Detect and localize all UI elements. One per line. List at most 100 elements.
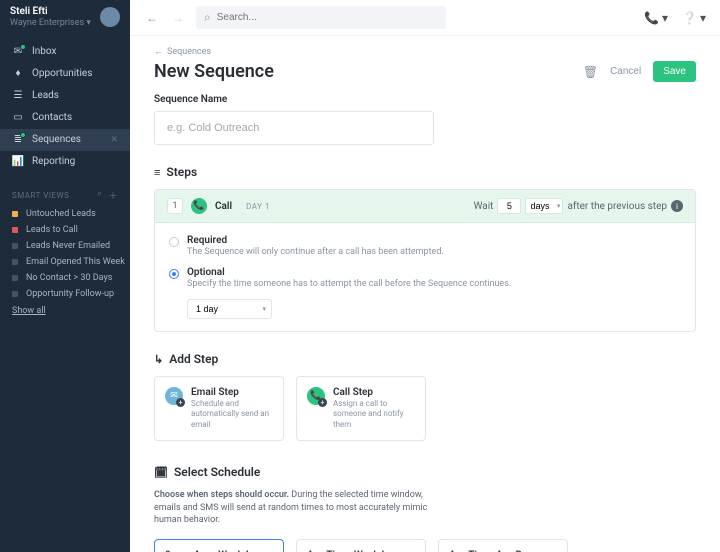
- smart-item[interactable]: Leads to Call: [0, 222, 130, 238]
- reporting-icon: 📊: [12, 156, 24, 168]
- user-org: Wayne Enterprises ▾: [10, 18, 91, 29]
- schedule-option-2[interactable]: Any Time, Weekdays Send at any time MOND…: [296, 539, 426, 552]
- steps-container: 1 📞 Call DAY 1 Wait days after the previ…: [154, 189, 696, 332]
- tag-icon: [12, 227, 18, 233]
- smart-views-header: SMART VIEWS ⌕ ＋: [0, 179, 130, 206]
- info-icon[interactable]: i: [671, 200, 683, 212]
- required-desc: The Sequence will only continue after a …: [187, 247, 444, 257]
- notif-badge: [20, 44, 26, 50]
- leads-icon: ☰: [12, 90, 24, 102]
- card-desc: Assign a call to someone and notify them: [333, 399, 415, 430]
- card-desc: Schedule and automatically send an email: [191, 399, 273, 430]
- notif-badge: [20, 132, 26, 138]
- search-input[interactable]: [217, 12, 438, 23]
- user-menu[interactable]: Steli Efti Wayne Enterprises ▾: [0, 0, 130, 35]
- sequence-name-label: Sequence Name: [154, 94, 696, 105]
- optional-radio-row[interactable]: Optional Specify the time someone has to…: [169, 267, 681, 289]
- page-title: New Sequence: [154, 61, 274, 82]
- tag-icon: [12, 243, 18, 249]
- search-icon: ⌕: [204, 10, 211, 25]
- sequence-name-input[interactable]: [154, 111, 434, 145]
- breadcrumb[interactable]: ←Sequences: [154, 46, 696, 57]
- nav-label: Sequences: [32, 134, 81, 145]
- cancel-button[interactable]: Cancel: [610, 66, 641, 77]
- back-button[interactable]: ←: [144, 10, 160, 26]
- radio-optional[interactable]: [169, 269, 179, 279]
- smart-views-title: SMART VIEWS: [12, 191, 69, 200]
- wait-unit-select[interactable]: days: [525, 198, 563, 214]
- add-email-step[interactable]: ✉+ Email StepSchedule and automatically …: [154, 376, 284, 441]
- show-all-link[interactable]: Show all: [0, 302, 130, 320]
- schedule-heading: 🗓 Select Schedule: [154, 465, 696, 479]
- smart-label: Email Opened This Week: [26, 257, 125, 267]
- heading-text: Add Step: [169, 352, 218, 366]
- radio-required[interactable]: [169, 237, 179, 247]
- optional-title: Optional: [187, 267, 511, 278]
- help-menu[interactable]: ❔ ▾: [682, 11, 706, 25]
- nav-label: Opportunities: [32, 68, 92, 79]
- nav-leads[interactable]: ☰ Leads: [0, 85, 130, 107]
- close-icon[interactable]: ✕: [110, 135, 118, 145]
- smart-label: Leads Never Emailed: [26, 241, 110, 251]
- schedule-option-3[interactable]: Any Time, Any Day Send at any time MONDA…: [438, 539, 568, 552]
- avatar[interactable]: [100, 7, 120, 27]
- step-name: Call: [215, 201, 232, 212]
- wait-value-input[interactable]: [497, 198, 521, 214]
- search-box[interactable]: ⌕: [196, 6, 446, 29]
- nav-inbox[interactable]: ✉Inbox: [0, 41, 130, 63]
- user-name: Steli Efti: [10, 6, 91, 18]
- opportunities-icon: ♦: [12, 68, 24, 80]
- nav-contacts[interactable]: ▭ Contacts: [0, 107, 130, 129]
- heading-text: Select Schedule: [174, 465, 260, 479]
- phone-menu[interactable]: 📞 ▾: [644, 11, 668, 25]
- nav-sequences[interactable]: ≣Sequences✕: [0, 129, 130, 151]
- optional-desc: Specify the time someone has to attempt …: [187, 279, 511, 289]
- add-call-step[interactable]: 📞+ Call StepAssign a call to someone and…: [296, 376, 426, 441]
- nav-reporting[interactable]: 📊 Reporting: [0, 151, 130, 173]
- plus-icon: +: [176, 398, 185, 407]
- save-button[interactable]: Save: [653, 61, 696, 82]
- step-day-label: DAY 1: [246, 202, 270, 211]
- wait-after-label: after the previous step: [567, 201, 667, 212]
- calendar-icon: 🗓: [154, 466, 168, 479]
- plus-icon: +: [318, 398, 327, 407]
- step-header[interactable]: 1 📞 Call DAY 1 Wait days after the previ…: [155, 190, 695, 223]
- schedule-option-1[interactable]: 9am - 4pm, Weekdays Send during working …: [154, 539, 284, 552]
- add-icon[interactable]: ＋: [108, 189, 118, 202]
- nav-opportunities[interactable]: ♦ Opportunities: [0, 63, 130, 85]
- contacts-icon: ▭: [12, 112, 24, 124]
- primary-nav: ✉Inbox ♦Opportunities ☰Leads ▭Contacts ≣…: [0, 35, 130, 179]
- smart-label: Opportunity Follow-up: [26, 289, 114, 299]
- forward-button[interactable]: →: [170, 10, 186, 26]
- optional-duration-select[interactable]: 1 day: [187, 299, 272, 319]
- wait-label: Wait: [474, 201, 494, 212]
- topbar: ← → ⌕ 📞 ▾ ❔ ▾: [130, 0, 720, 36]
- required-title: Required: [187, 235, 444, 246]
- nav-label: Contacts: [32, 112, 72, 123]
- nav-label: Reporting: [32, 156, 75, 167]
- smart-views-list: Untouched Leads Leads to Call Leads Neve…: [0, 206, 130, 302]
- nav-label: Inbox: [32, 46, 56, 57]
- tag-icon: [12, 291, 18, 297]
- smart-item[interactable]: Leads Never Emailed: [0, 238, 130, 254]
- card-title: Call Step: [333, 387, 415, 398]
- delete-button[interactable]: 🗑: [583, 65, 598, 79]
- heading-text: Steps: [166, 165, 197, 179]
- search-icon[interactable]: ⌕: [97, 189, 103, 202]
- smart-label: Untouched Leads: [26, 209, 96, 219]
- add-icon: ↳: [154, 353, 163, 366]
- required-radio-row[interactable]: Required The Sequence will only continue…: [169, 235, 681, 257]
- breadcrumb-label: Sequences: [167, 47, 211, 57]
- smart-item[interactable]: Opportunity Follow-up: [0, 286, 130, 302]
- add-step-heading: ↳ Add Step: [154, 352, 696, 366]
- smart-item[interactable]: Email Opened This Week: [0, 254, 130, 270]
- smart-item[interactable]: Untouched Leads: [0, 206, 130, 222]
- nav-label: Leads: [32, 90, 59, 101]
- tag-icon: [12, 211, 18, 217]
- sidebar: Steli Efti Wayne Enterprises ▾ ✉Inbox ♦ O…: [0, 0, 130, 552]
- schedule-description: Choose when steps should occur. During t…: [154, 489, 434, 527]
- smart-item[interactable]: No Contact > 30 Days: [0, 270, 130, 286]
- steps-heading: ≡Steps: [154, 165, 696, 179]
- call-icon: 📞: [191, 198, 207, 214]
- smart-label: Leads to Call: [26, 225, 78, 235]
